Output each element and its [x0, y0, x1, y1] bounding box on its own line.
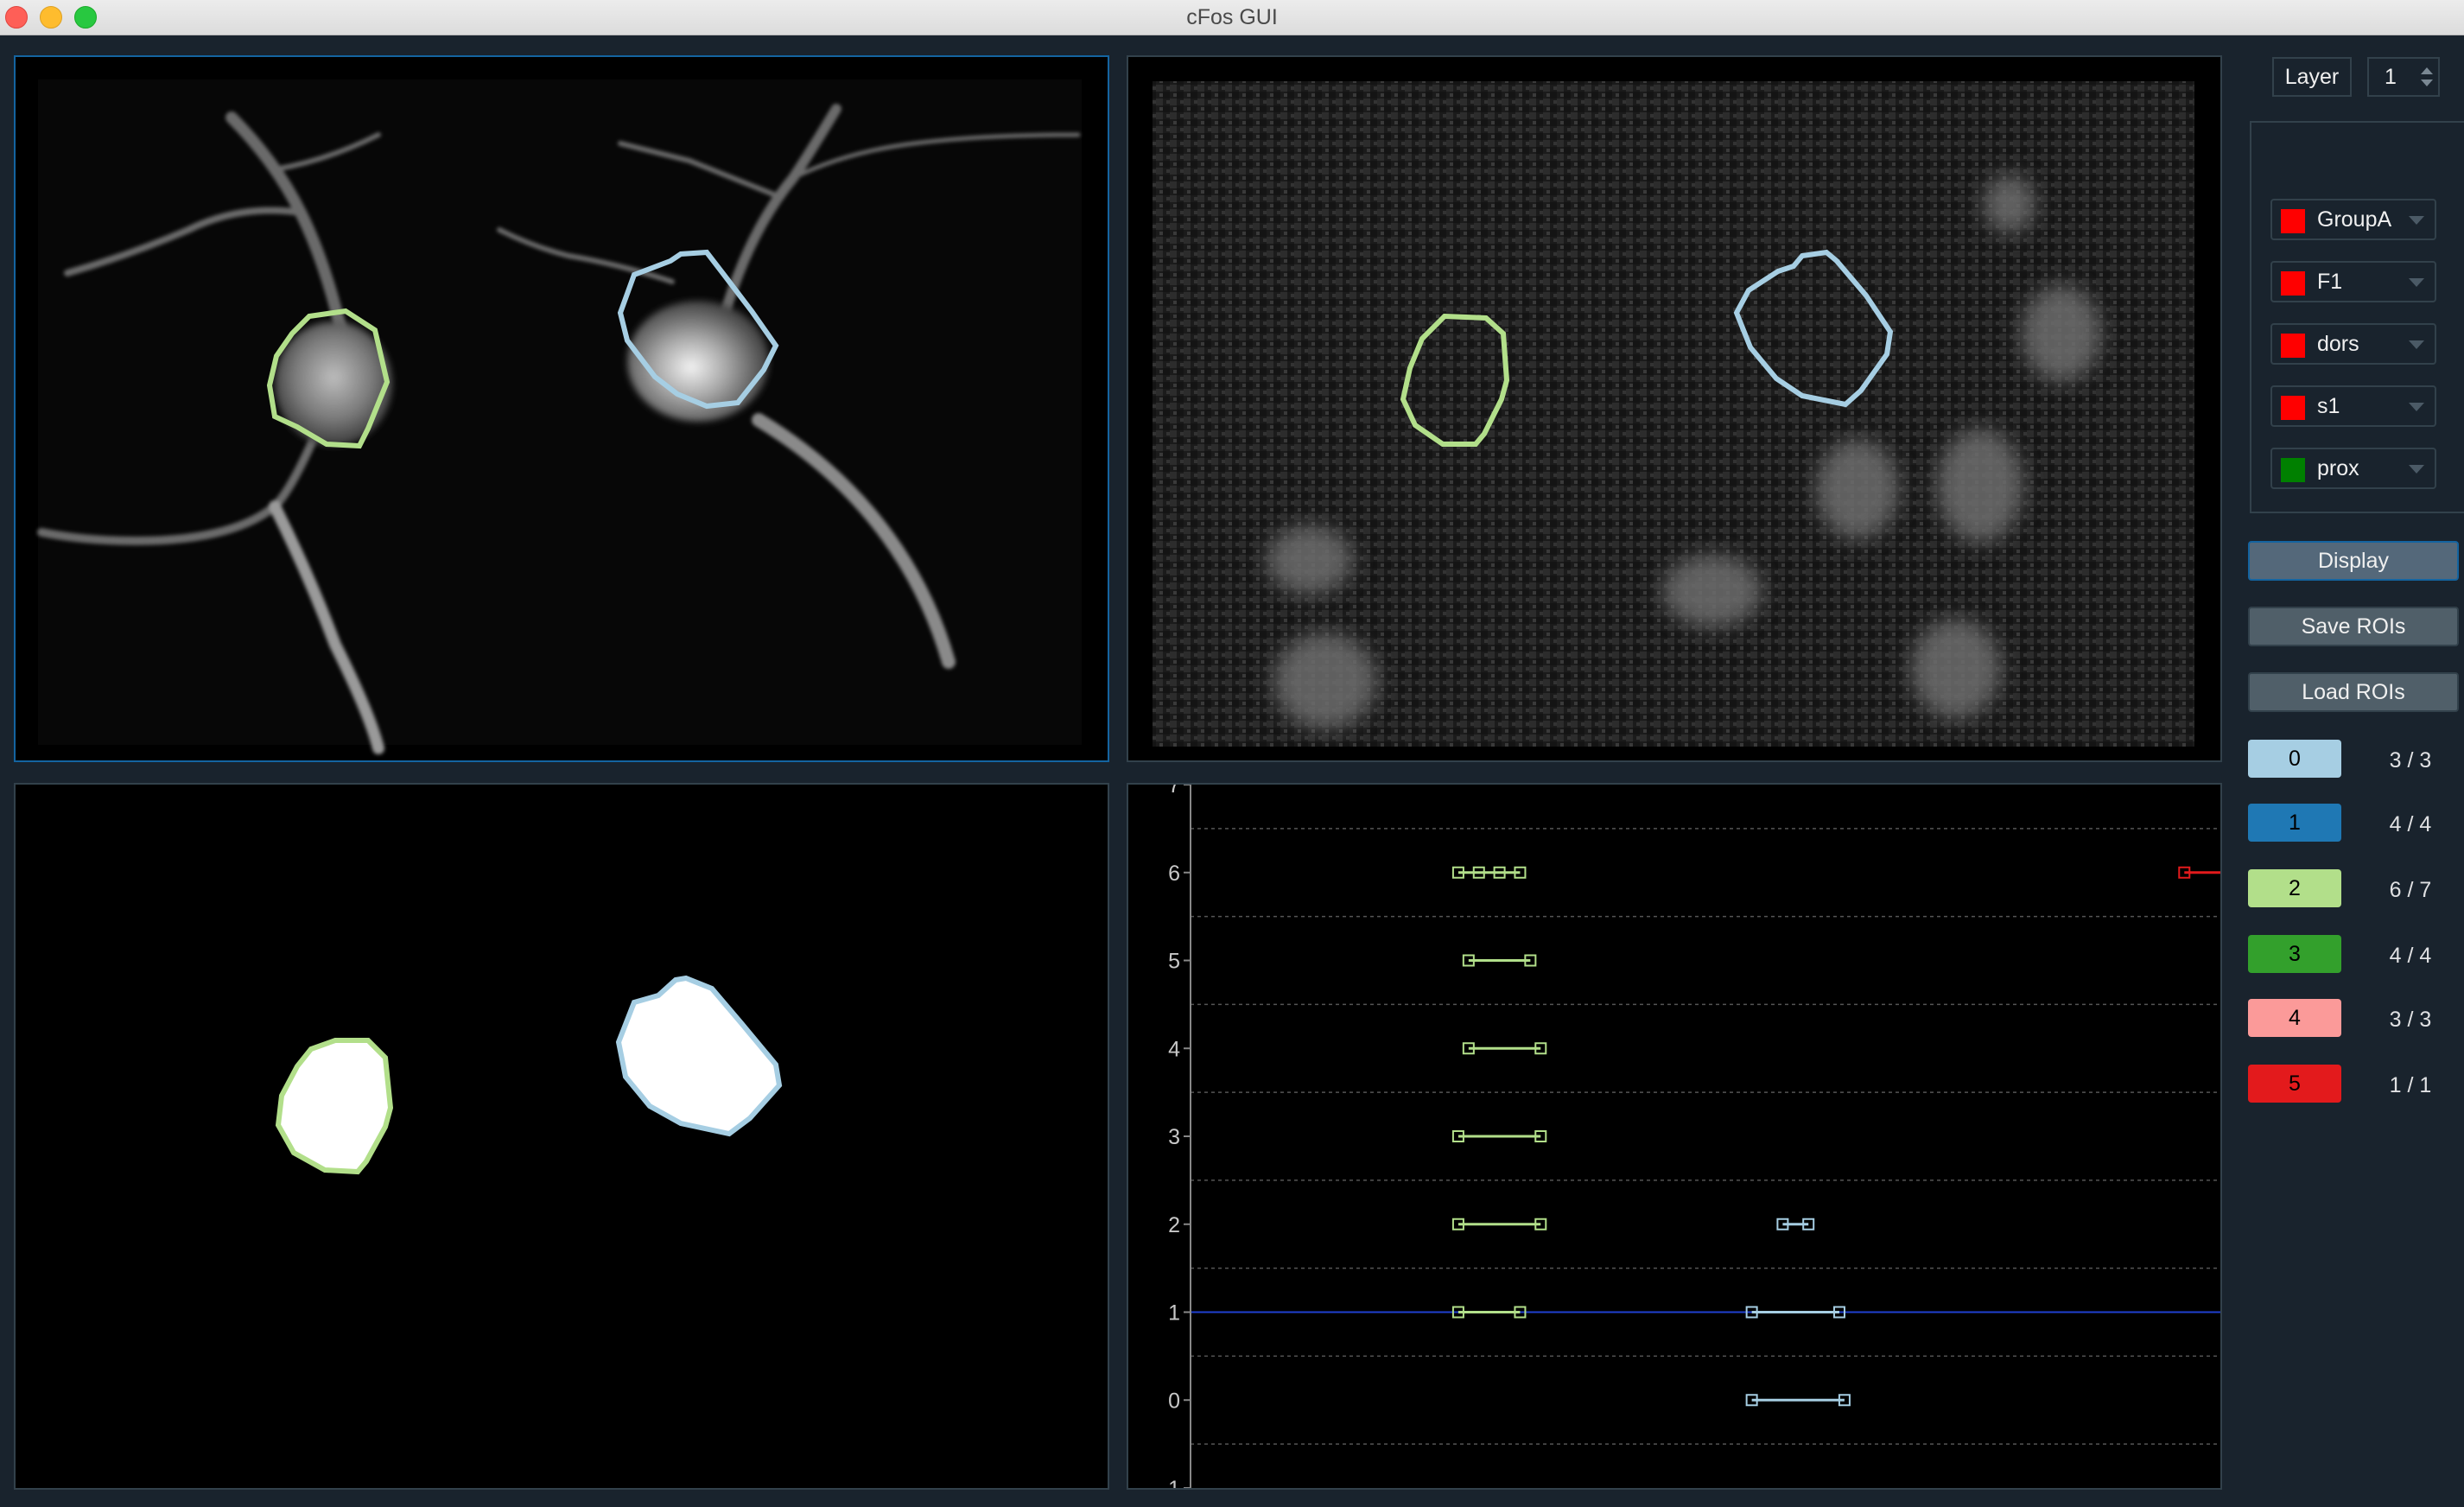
roi-count-0: 3 / 3: [2389, 748, 2432, 773]
group-combo[interactable]: GroupA: [2270, 199, 2436, 240]
load-rois-button[interactable]: Load ROIs: [2248, 672, 2459, 712]
y-tick-label: 1: [1168, 1301, 1180, 1326]
chevron-down-icon: [2409, 278, 2424, 287]
spin-down-icon[interactable]: [2421, 79, 2433, 86]
chevron-down-icon: [2409, 216, 2424, 225]
y-tick-label: 6: [1168, 862, 1180, 886]
layer-label: Layer: [2272, 57, 2352, 97]
section-combo[interactable]: s1: [2270, 385, 2436, 427]
roi-button-2[interactable]: 2: [2248, 869, 2341, 907]
chevron-down-icon: [2409, 340, 2424, 349]
spin-up-icon[interactable]: [2421, 67, 2433, 74]
chevron-down-icon: [2409, 465, 2424, 474]
roi-button-3[interactable]: 3: [2248, 935, 2341, 973]
roi-mask-image: [275, 975, 783, 1175]
layer-spinbox[interactable]: 1: [2367, 57, 2440, 97]
position-combo-label: prox: [2317, 456, 2359, 480]
mask-view[interactable]: [14, 783, 1109, 1490]
display-button[interactable]: Display: [2248, 541, 2459, 581]
y-tick-label: 4: [1168, 1037, 1180, 1061]
y-tick-label: 3: [1168, 1125, 1180, 1149]
group-combo-label: GroupA: [2317, 207, 2392, 232]
roi-count-2: 6 / 7: [2389, 878, 2432, 902]
title-bar: cFos GUI: [0, 0, 2464, 35]
roi-count-4: 3 / 3: [2389, 1008, 2432, 1032]
cfos-image-view[interactable]: [1127, 55, 2222, 762]
y-tick-label: 0: [1168, 1389, 1180, 1413]
feature-combo-label: F1: [2317, 270, 2343, 294]
roi-button-4[interactable]: 4: [2248, 999, 2341, 1037]
section-combo-label: s1: [2317, 394, 2340, 418]
feature-combo[interactable]: F1: [2270, 261, 2436, 302]
neuron-image-view[interactable]: [14, 55, 1109, 762]
roi-count-1: 4 / 4: [2389, 812, 2432, 836]
roi-count-5: 1 / 1: [2389, 1073, 2432, 1097]
region-combo-label: dors: [2317, 332, 2359, 356]
color-swatch: [2281, 209, 2305, 233]
layer-chart-plot: 7 6 5 4 3 2 1 0 -1: [1161, 785, 2220, 1488]
y-tick-label: 5: [1168, 950, 1180, 974]
y-tick-label: 2: [1168, 1213, 1180, 1237]
neuron-image: [37, 79, 1082, 754]
region-combo[interactable]: dors: [2270, 323, 2436, 365]
color-swatch: [2281, 396, 2305, 420]
color-swatch: [2281, 271, 2305, 296]
roi-count-3: 4 / 4: [2389, 944, 2432, 968]
chevron-down-icon: [2409, 403, 2424, 411]
y-tick-label: 7: [1168, 785, 1180, 798]
roi-button-5[interactable]: 5: [2248, 1065, 2341, 1103]
position-combo[interactable]: prox: [2270, 448, 2436, 489]
cfos-image: [1153, 81, 2194, 747]
color-swatch: [2281, 334, 2305, 358]
layer-value: 1: [2385, 65, 2397, 89]
window-title: cFos GUI: [1186, 5, 1278, 29]
y-tick-label: -1: [1161, 1477, 1180, 1488]
roi-button-1[interactable]: 1: [2248, 804, 2341, 842]
color-swatch: [2281, 458, 2305, 482]
layer-chart[interactable]: 7 6 5 4 3 2 1 0 -1: [1127, 783, 2222, 1490]
roi-button-0[interactable]: 0: [2248, 740, 2341, 778]
save-rois-button[interactable]: Save ROIs: [2248, 607, 2459, 646]
